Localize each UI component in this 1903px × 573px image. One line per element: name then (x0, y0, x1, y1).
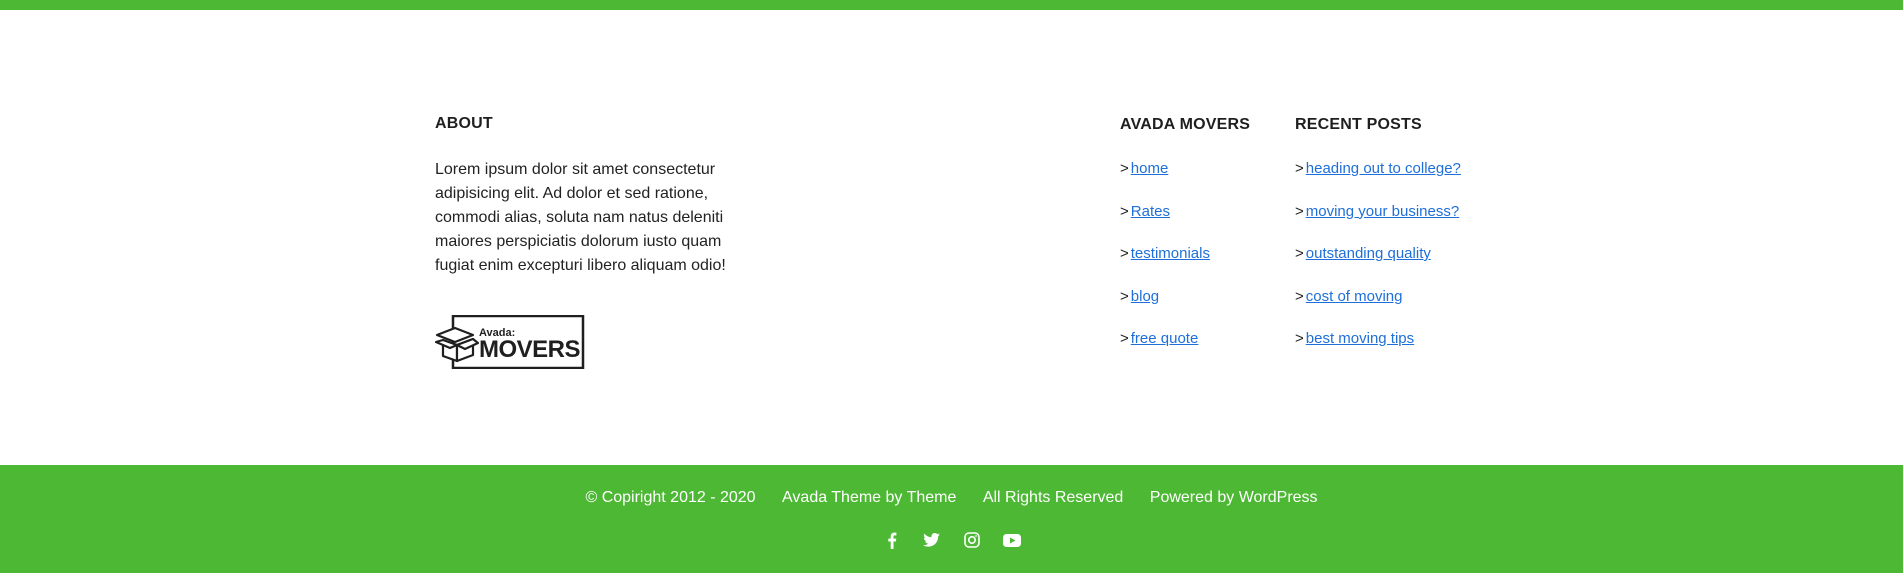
post-link-tips[interactable]: best moving tips (1306, 330, 1414, 347)
about-title: ABOUT (435, 115, 493, 132)
list-item: > moving your business? (1295, 202, 1535, 222)
recent-posts-widget: RECENT POSTS > heading out to college? > m… (1295, 115, 1535, 372)
rights-reserved: All Rights Reserved (982, 489, 1124, 506)
link-free-quote[interactable]: free quote (1131, 330, 1199, 347)
list-item: > testimonials (1120, 244, 1290, 264)
arrow-marker: > (1295, 330, 1304, 347)
link-rates[interactable]: Rates (1131, 203, 1170, 220)
powered-by: Powered by WordPress (1149, 489, 1318, 506)
list-item: > outstanding quality (1295, 244, 1535, 264)
post-link-cost[interactable]: cost of moving (1306, 288, 1403, 305)
copyright-bar: © Copiright 2012 - 2020 Avada Theme by T… (0, 465, 1903, 573)
about-widget: ABOUT Lorem ipsum dolor sit amet consect… (435, 114, 755, 369)
arrow-marker: > (1295, 160, 1304, 177)
recent-posts-link-list: > heading out to college? > moving your bu… (1295, 159, 1535, 349)
logo-big-text: MOVERS (479, 336, 581, 363)
post-link-business[interactable]: moving your business? (1306, 203, 1459, 220)
instagram-icon[interactable] (963, 531, 981, 549)
arrow-marker: > (1120, 160, 1129, 177)
arrow-marker: > (1295, 245, 1304, 262)
footer-widgets: ABOUT Lorem ipsum dolor sit amet consect… (0, 10, 1903, 465)
youtube-icon[interactable] (1002, 531, 1021, 549)
avada-movers-widget: AVADA MOVERS > home > Rates > testimonials … (1120, 115, 1290, 372)
list-item: > cost of moving (1295, 287, 1535, 307)
list-item: > best moving tips (1295, 329, 1535, 349)
list-item: > free quote (1120, 329, 1290, 349)
list-item: > heading out to college? (1295, 159, 1535, 179)
post-link-college[interactable]: heading out to college? (1306, 160, 1461, 177)
arrow-marker: > (1120, 287, 1129, 305)
link-testimonials[interactable]: testimonials (1131, 245, 1210, 262)
social-links (0, 531, 1903, 549)
arrow-marker: > (1120, 202, 1129, 220)
link-home[interactable]: home (1131, 160, 1169, 177)
about-text: Lorem ipsum dolor sit amet consectetur a… (435, 161, 726, 274)
avada-movers-title: AVADA MOVERS (1120, 116, 1251, 133)
copyright-text: © Copiright 2012 - 2020 Avada Theme by T… (0, 488, 1903, 508)
arrow-marker: > (1295, 287, 1304, 305)
avada-movers-link-list: > home > Rates > testimonials > blog > free q… (1120, 159, 1290, 349)
arrow-marker: > (1295, 202, 1304, 220)
recent-posts-title: RECENT POSTS (1295, 116, 1422, 133)
list-item: > blog (1120, 287, 1290, 307)
arrow-marker: > (1120, 330, 1129, 347)
post-link-quality[interactable]: outstanding quality (1306, 245, 1431, 262)
facebook-icon[interactable] (883, 531, 901, 549)
list-item: > Rates (1120, 202, 1290, 222)
copyright-notice: © Copiright 2012 - 2020 (585, 489, 756, 506)
top-accent-bar (0, 0, 1903, 10)
link-blog[interactable]: blog (1131, 288, 1159, 305)
theme-credit: Avada Theme by Theme (782, 489, 957, 506)
arrow-marker: > (1120, 245, 1129, 262)
avada-movers-logo: Avada: MOVERS (435, 315, 585, 369)
twitter-icon[interactable] (923, 531, 941, 549)
list-item: > home (1120, 159, 1290, 179)
